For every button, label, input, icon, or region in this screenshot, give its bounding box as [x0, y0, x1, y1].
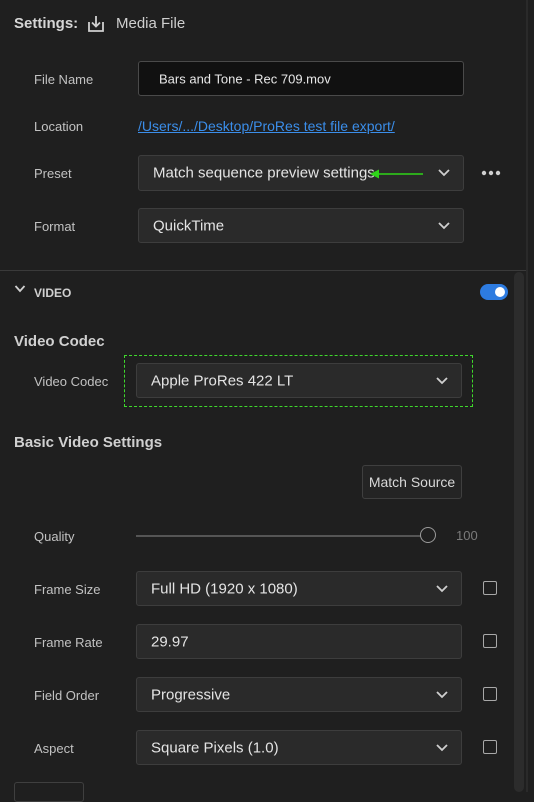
media-file-label[interactable]: Media File — [116, 15, 185, 32]
video-section-title[interactable]: VIDEO — [34, 286, 71, 300]
video-codec-heading: Video Codec — [14, 333, 105, 350]
format-dropdown[interactable]: QuickTime — [138, 208, 464, 243]
video-enable-toggle[interactable] — [480, 284, 508, 300]
frame-size-label: Frame Size — [34, 582, 101, 597]
toggle-knob — [495, 287, 505, 297]
settings-label: Settings: — [14, 15, 79, 32]
quality-label: Quality — [34, 529, 75, 544]
frame-rate-dropdown[interactable]: 29.97 — [136, 624, 462, 659]
partial-button[interactable] — [14, 782, 84, 802]
chevron-down-icon — [438, 221, 450, 229]
chevron-down-icon — [438, 169, 450, 177]
video-codec-dropdown[interactable]: Apple ProRes 422 LT — [136, 363, 462, 398]
file-name-input[interactable]: Bars and Tone - Rec 709.mov — [138, 61, 464, 96]
frame-rate-value: 29.97 — [151, 633, 189, 650]
chevron-down-icon — [436, 584, 448, 592]
frame-rate-label: Frame Rate — [34, 635, 103, 650]
scrollbar[interactable] — [514, 272, 524, 792]
field-order-label: Field Order — [34, 688, 100, 703]
preset-value: Match sequence preview settings — [153, 164, 375, 182]
field-order-dropdown[interactable]: Progressive — [136, 677, 462, 712]
frame-rate-checkbox[interactable] — [483, 634, 497, 648]
aspect-value: Square Pixels (1.0) — [151, 739, 279, 756]
panel-edge — [526, 0, 528, 792]
aspect-label: Aspect — [34, 741, 74, 756]
aspect-checkbox[interactable] — [483, 740, 497, 754]
match-source-button[interactable]: Match Source — [362, 465, 462, 499]
quality-slider-handle[interactable] — [420, 527, 436, 543]
format-value: QuickTime — [153, 217, 225, 234]
download-icon — [88, 16, 104, 32]
chevron-down-icon — [436, 743, 448, 751]
chevron-down-icon — [436, 690, 448, 698]
location-link[interactable]: /Users/.../Desktop/ProRes test file expo… — [138, 118, 395, 134]
collapse-chevron-icon[interactable] — [14, 284, 26, 294]
file-name-value: Bars and Tone - Rec 709.mov — [159, 71, 331, 86]
video-codec-value: Apple ProRes 422 LT — [151, 372, 294, 389]
video-codec-label: Video Codec — [34, 374, 109, 389]
quality-slider-track[interactable] — [136, 535, 428, 537]
location-label: Location — [34, 119, 84, 134]
chevron-down-icon — [436, 376, 448, 384]
file-name-label: File Name — [34, 72, 94, 87]
field-order-checkbox[interactable] — [483, 687, 497, 701]
annotation-arrow-icon — [370, 169, 423, 179]
aspect-dropdown[interactable]: Square Pixels (1.0) — [136, 730, 462, 765]
basic-video-settings-heading: Basic Video Settings — [14, 434, 163, 451]
preset-label: Preset — [34, 166, 72, 181]
more-options-icon[interactable] — [480, 165, 502, 181]
field-order-value: Progressive — [151, 686, 231, 703]
section-divider — [0, 270, 526, 271]
frame-size-value: Full HD (1920 x 1080) — [151, 580, 298, 597]
frame-size-checkbox[interactable] — [483, 581, 497, 595]
frame-size-dropdown[interactable]: Full HD (1920 x 1080) — [136, 571, 462, 606]
preset-dropdown[interactable]: Match sequence preview settings — [138, 155, 464, 191]
quality-value: 100 — [456, 528, 478, 543]
format-label: Format — [34, 219, 76, 234]
